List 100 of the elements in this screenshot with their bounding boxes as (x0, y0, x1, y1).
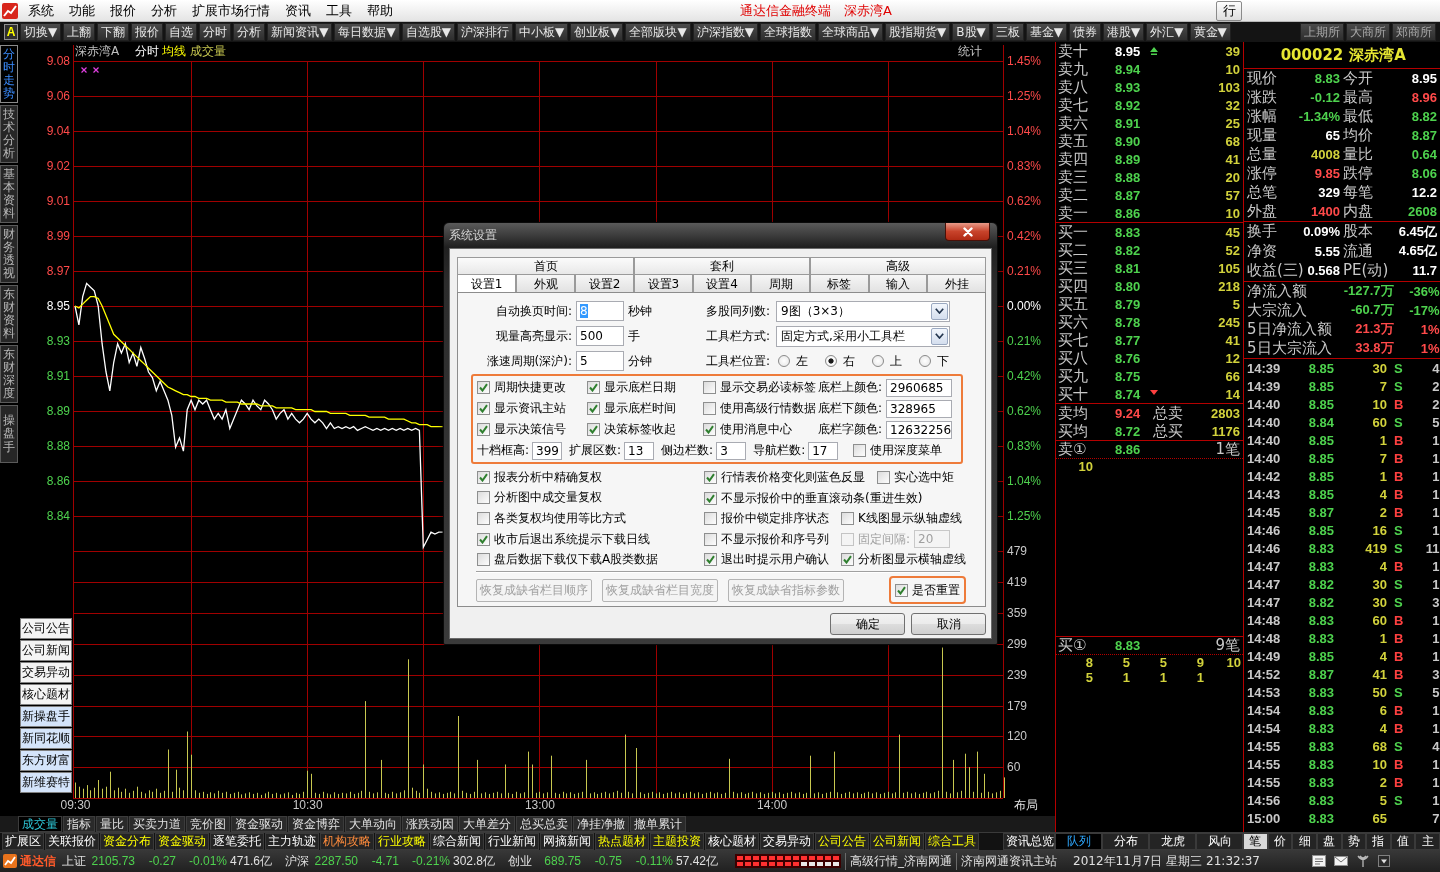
input-field[interactable]: 2960685 (886, 378, 953, 397)
checkbox[interactable] (703, 423, 716, 436)
tab-group-tab[interactable]: 套利 (634, 257, 810, 274)
checkbox[interactable] (841, 512, 854, 525)
side-tab[interactable]: 技术分析 (0, 105, 18, 163)
checkbox-label[interactable]: 行情表价格变化则蓝色反显 (721, 469, 865, 486)
chart-tab[interactable]: 总买总卖 (516, 816, 572, 832)
checkbox-label[interactable]: 使用高级行情数据 (720, 400, 816, 417)
settings-tab[interactable]: 外观 (516, 274, 575, 292)
side-tab[interactable]: 分时走势 (0, 45, 18, 103)
toolbar-button[interactable]: 沪深指数▼ (692, 23, 758, 41)
toolbar-button[interactable]: 上期所 (1300, 23, 1344, 41)
info-button[interactable]: 东方财富 (20, 750, 72, 771)
close-button[interactable] (945, 223, 990, 241)
ok-button[interactable]: 确定 (830, 613, 905, 635)
checkbox-label[interactable]: 周期快捷更改 (494, 379, 566, 396)
checkbox-label[interactable]: K线图显示纵轴虚线 (858, 510, 962, 527)
checkbox[interactable] (853, 444, 867, 457)
detail-tab[interactable]: 值 (1390, 833, 1416, 850)
checkbox-label[interactable]: 决策标签收起 (604, 421, 676, 438)
toolbar-button[interactable]: 郑商所 (1392, 23, 1436, 41)
toolbar-button[interactable]: 自选 (165, 23, 198, 41)
toolbar-button[interactable]: 黄金▼ (1189, 23, 1231, 41)
layout-button[interactable]: 布局 (1014, 798, 1038, 812)
menu-item[interactable]: 资讯 (277, 0, 318, 21)
function-tab[interactable]: 公司公告 (815, 833, 869, 850)
antenna-icon[interactable] (1356, 855, 1370, 867)
panel-tab[interactable]: 龙虎 (1149, 833, 1196, 850)
function-tab[interactable]: 综合新闻 (430, 833, 484, 850)
checkbox[interactable] (703, 402, 716, 415)
checkbox-label[interactable]: 使用深度菜单 (870, 442, 943, 459)
radio-button[interactable] (825, 355, 837, 367)
checkbox-label[interactable]: 显示交易必读标签 (720, 379, 816, 396)
toolbar-button[interactable]: B股▼ (952, 23, 990, 41)
checkbox[interactable] (477, 491, 490, 504)
menu-item[interactable]: 功能 (61, 0, 102, 21)
checkbox[interactable] (703, 381, 716, 394)
toolbar-button[interactable]: 股指期货▼ (885, 23, 951, 41)
function-tab[interactable]: 交易异动 (760, 833, 814, 850)
mode-button[interactable]: A (4, 24, 18, 40)
input-field[interactable]: 500 (576, 326, 624, 346)
function-tab[interactable]: 核心题材 (705, 833, 759, 850)
checkbox[interactable] (477, 552, 490, 566)
function-tab[interactable]: 机构攻略 (320, 833, 374, 850)
settings-tab[interactable]: 设置2 (575, 274, 634, 292)
side-tab[interactable]: 基本资料 (0, 165, 18, 223)
toolbar-button[interactable]: 基金▼ (1025, 23, 1068, 41)
panel-tab[interactable]: 队列 (1055, 833, 1102, 850)
checkbox[interactable] (704, 491, 717, 505)
checkbox[interactable] (477, 532, 490, 546)
info-overview-tab[interactable]: 资讯总览 (1003, 833, 1055, 850)
detail-tab[interactable]: 价 (1267, 833, 1293, 850)
checkbox-label[interactable]: 退出时提示用户确认 (721, 551, 829, 568)
cancel-button[interactable]: 取消 (911, 613, 986, 635)
toolbar-button[interactable]: 全球商品▼ (817, 23, 884, 41)
caret-down-icon[interactable] (1378, 855, 1390, 867)
toolbar-button[interactable]: 港股▼ (1103, 23, 1145, 41)
toolbar-button[interactable]: 分时 (199, 23, 232, 41)
settings-tab[interactable]: 设置3 (634, 274, 693, 292)
checkbox-label[interactable]: 是否重置 (912, 581, 960, 599)
checkbox-label[interactable]: 各类复权均使用等比方式 (494, 509, 626, 527)
checkbox[interactable] (477, 423, 490, 436)
settings-tab[interactable]: 标签 (810, 274, 869, 292)
envelope-icon[interactable] (1334, 855, 1348, 867)
settings-tab[interactable]: 周期 (751, 274, 810, 292)
chart-tab[interactable]: 竞价图 (186, 816, 230, 832)
function-tab[interactable]: 网摘新闻 (540, 833, 594, 850)
function-tab[interactable]: 资金驱动 (155, 833, 209, 850)
info-button[interactable]: 公司公告 (20, 618, 72, 639)
checkbox-label[interactable]: 不显示报价中的垂直滚动条(重进生效) (721, 489, 923, 507)
side-tab[interactable]: 财务透视 (0, 225, 18, 283)
function-tab[interactable]: 资金分布 (100, 833, 154, 850)
function-tab[interactable]: 行业攻略 (375, 833, 429, 850)
toolbar-button[interactable]: 三板 (991, 23, 1024, 41)
toolbar-button[interactable]: 全部版块▼ (625, 23, 691, 41)
checkbox-label[interactable]: 使用消息中心 (720, 421, 792, 438)
checkbox-label[interactable]: 实心选中矩 (894, 469, 954, 486)
input-field[interactable]: 328965 (886, 399, 953, 418)
input-field[interactable]: 5 (576, 351, 624, 371)
checkbox[interactable] (704, 471, 717, 484)
function-tab[interactable]: 热点题材 (595, 833, 649, 850)
panel-tab[interactable]: 分布 (1102, 833, 1149, 850)
checkbox[interactable] (587, 423, 600, 436)
info-button[interactable]: 交易异动 (20, 662, 72, 683)
radio-label[interactable]: 下 (937, 352, 949, 370)
menu-item[interactable]: 扩展市场行情 (184, 0, 277, 21)
checkbox-label[interactable]: 报价中锁定排序状态 (721, 510, 829, 527)
function-tab[interactable]: 主题投资 (650, 833, 704, 850)
chart-tab[interactable]: 资金博弈 (288, 816, 344, 832)
settings-tab[interactable]: 设置4 (692, 274, 752, 292)
function-tab[interactable]: 逐笔委托 (210, 833, 264, 850)
chart-tab[interactable]: 成交量 (18, 816, 62, 832)
chart-tab[interactable]: 资金驱动 (231, 816, 287, 832)
input-field[interactable]: 17 (808, 441, 839, 460)
chart-tab[interactable]: 大单差分 (459, 816, 515, 832)
menu-item[interactable]: 分析 (143, 0, 184, 21)
chart-tab[interactable]: 大单动向 (345, 816, 401, 832)
checkbox-label[interactable]: 分析图中成交量复权 (494, 489, 602, 506)
info-button[interactable]: 新维赛特 (20, 772, 72, 793)
tab-group-tab[interactable]: 首页 (457, 257, 634, 274)
